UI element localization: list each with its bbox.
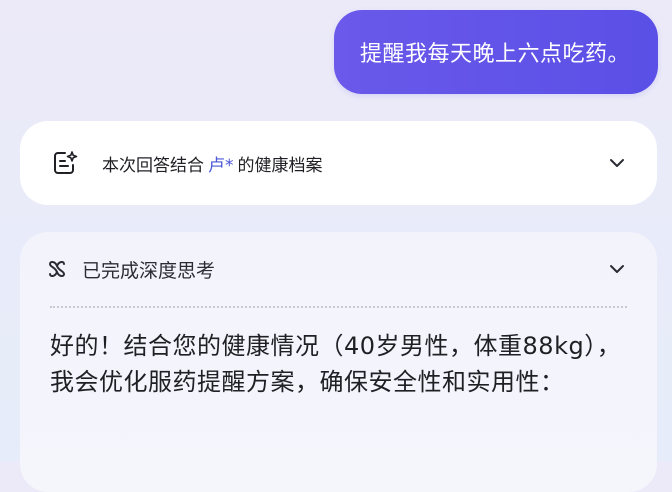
patient-name: 卢* bbox=[208, 155, 234, 176]
deep-thinking-toggle[interactable]: 已完成深度思考 bbox=[48, 232, 627, 308]
chevron-down-icon[interactable] bbox=[607, 259, 627, 279]
context-suffix: 的健康档案 bbox=[237, 155, 323, 176]
user-message-text: 提醒我每天晚上六点吃药。 bbox=[359, 42, 630, 67]
user-message-bubble: 提醒我每天晚上六点吃药。 bbox=[333, 10, 658, 94]
context-prefix: 本次回答结合 bbox=[102, 155, 204, 176]
deep-thinking-label: 已完成深度思考 bbox=[82, 256, 607, 283]
answer-card: 已完成深度思考 好的！结合您的健康情况（40岁男性，体重88kg），我会优化服药… bbox=[20, 232, 657, 492]
context-text: 本次回答结合 卢* 的健康档案 bbox=[102, 151, 607, 176]
deep-think-icon bbox=[46, 258, 68, 280]
health-record-icon bbox=[50, 148, 80, 178]
answer-text: 好的！结合您的健康情况（40岁男性，体重88kg），我会优化服药提醒方案，确保安… bbox=[50, 332, 622, 396]
health-record-context-card[interactable]: 本次回答结合 卢* 的健康档案 bbox=[20, 121, 657, 205]
chevron-down-icon[interactable] bbox=[607, 153, 627, 173]
